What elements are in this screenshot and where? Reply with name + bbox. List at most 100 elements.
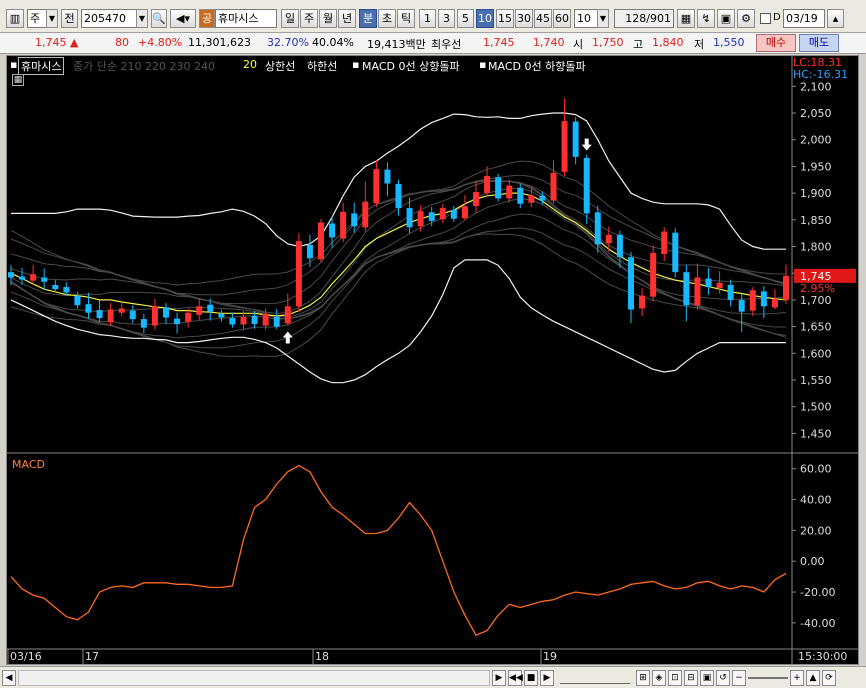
candle-body xyxy=(495,177,502,199)
tab-tick[interactable]: 틱 xyxy=(397,9,415,28)
change-percent: +4.80% xyxy=(138,36,183,49)
candle-body xyxy=(760,291,767,307)
chart-mode-icon[interactable]: ▥ xyxy=(6,9,24,28)
ref-button[interactable]: 전 xyxy=(61,9,78,28)
candle-body xyxy=(539,195,546,201)
candle-body xyxy=(107,309,114,323)
range-display: 128/901 xyxy=(614,9,674,28)
candle-body xyxy=(318,222,324,260)
tab-year[interactable]: 년 xyxy=(338,9,356,28)
last-price-pct: 2.95% xyxy=(800,282,835,295)
candle-body xyxy=(484,176,491,194)
settings-icon[interactable]: ⚙ xyxy=(737,9,755,28)
fit-icon[interactable]: ◈ xyxy=(652,670,666,686)
tab-day[interactable]: 일 xyxy=(281,9,299,28)
code-dropdown-icon[interactable]: ▼ xyxy=(136,9,148,28)
save-icon[interactable]: ▣ xyxy=(717,9,735,28)
candle-body xyxy=(196,306,203,315)
scroll-right-icon[interactable]: ▶ xyxy=(492,670,506,686)
interval-15[interactable]: 15 xyxy=(496,9,514,28)
time-end-label: 15:30:00 xyxy=(798,650,847,663)
candle-body xyxy=(738,299,745,312)
date-checkbox[interactable] xyxy=(760,13,771,24)
buy-button[interactable]: 매수 xyxy=(756,34,796,52)
candle-body xyxy=(174,318,181,324)
interval-45[interactable]: 45 xyxy=(534,9,552,28)
price-tick-label: 2,050 xyxy=(800,107,832,120)
tab-month[interactable]: 월 xyxy=(319,9,337,28)
date-input[interactable]: 03/19 xyxy=(783,9,825,28)
candle-body xyxy=(517,187,524,204)
candle-body xyxy=(273,316,280,327)
candle-body xyxy=(140,319,147,328)
candle-body xyxy=(85,304,92,313)
candle-body xyxy=(251,315,258,324)
candle-body xyxy=(384,169,391,184)
time-label: 19 xyxy=(543,650,557,663)
sell-button[interactable]: 매도 xyxy=(799,34,839,52)
interval-30[interactable]: 30 xyxy=(515,9,533,28)
timeline-icon[interactable]: ⊞ xyxy=(636,670,650,686)
candle-body xyxy=(628,257,634,310)
interval-60[interactable]: 60 xyxy=(553,9,571,28)
speed-slider[interactable] xyxy=(560,672,630,684)
shrink-icon[interactable]: ⊟ xyxy=(684,670,698,686)
interval-3[interactable]: 3 xyxy=(438,9,455,28)
indicator-icon[interactable]: ↯ xyxy=(697,9,715,28)
zoom-out-icon[interactable]: − xyxy=(732,670,746,686)
candle-body xyxy=(129,310,136,320)
date-label: D xyxy=(773,12,781,23)
candle-body xyxy=(771,298,778,308)
zoom-in-icon[interactable]: + xyxy=(790,670,804,686)
period-select[interactable]: 주 xyxy=(27,9,47,28)
count-input[interactable]: 10 xyxy=(574,9,598,28)
candle-body xyxy=(163,307,169,318)
price-tick-label: 1,650 xyxy=(800,321,832,334)
tab-second[interactable]: 초 xyxy=(378,9,396,28)
date-step-icon[interactable]: ▴ xyxy=(827,9,844,28)
count-dropdown-icon[interactable]: ▼ xyxy=(597,9,609,28)
price-tick-label: 1,450 xyxy=(800,427,832,440)
speaker-icon[interactable]: ◀▾ xyxy=(170,9,196,28)
candle-body xyxy=(373,169,380,204)
candle-body xyxy=(118,308,125,313)
candle-body xyxy=(550,172,557,201)
tab-week[interactable]: 주 xyxy=(300,9,318,28)
candle-body xyxy=(450,209,457,219)
play-icon[interactable]: ▶ xyxy=(540,670,554,686)
candle-body xyxy=(351,213,358,227)
scroll-track[interactable] xyxy=(18,670,490,686)
stop-icon[interactable]: ■ xyxy=(524,670,538,686)
interval-10[interactable]: 10 xyxy=(476,9,494,28)
chart-svg: 2,1002,0502,0001,9501,9001,8501,8001,750… xyxy=(7,56,858,664)
candle-body xyxy=(683,272,690,306)
back-icon[interactable]: ↺ xyxy=(716,670,730,686)
time-label: 18 xyxy=(315,650,329,663)
open-label: 시 xyxy=(573,38,584,51)
interval-5[interactable]: 5 xyxy=(457,9,474,28)
low-price: 1,550 xyxy=(713,36,745,49)
long-ma-line xyxy=(10,198,787,325)
refresh-icon[interactable]: ⟳ xyxy=(822,670,836,686)
candle-body xyxy=(240,316,247,325)
interval-1[interactable]: 1 xyxy=(419,9,436,28)
scroll-left-icon[interactable]: ◀ xyxy=(2,670,16,686)
grid-icon[interactable]: ▦ xyxy=(677,9,695,28)
collapse-icon[interactable]: ▲ xyxy=(806,670,820,686)
tab-minute[interactable]: 분 xyxy=(359,9,377,28)
candle-body xyxy=(583,157,590,214)
price-tick-label: 1,600 xyxy=(800,347,832,360)
search-icon[interactable]: 🔍 xyxy=(151,9,167,28)
period-dropdown-icon[interactable]: ▼ xyxy=(46,9,58,28)
stock-code-input[interactable]: 205470 xyxy=(81,9,137,28)
full-icon[interactable]: ▣ xyxy=(700,670,714,686)
chart-area[interactable]: ▪ 휴마시스 종가 단순 210 220 230 240 20 상한선 하한선 … xyxy=(6,55,859,665)
time-label: 17 xyxy=(85,650,99,663)
candle-body xyxy=(428,212,435,221)
candle-body xyxy=(229,318,236,325)
scroll-bar[interactable]: ◀ ▶ ◀◀ ■ ▶ ⊞ ◈ ⊡ ⊟ ▣ ↺ − + ▲ ⟳ xyxy=(0,666,866,688)
rewind-icon[interactable]: ◀◀ xyxy=(508,670,523,686)
zoom-track[interactable] xyxy=(748,677,788,679)
price-tick-label: 1,550 xyxy=(800,374,832,387)
expand-icon[interactable]: ⊡ xyxy=(668,670,682,686)
